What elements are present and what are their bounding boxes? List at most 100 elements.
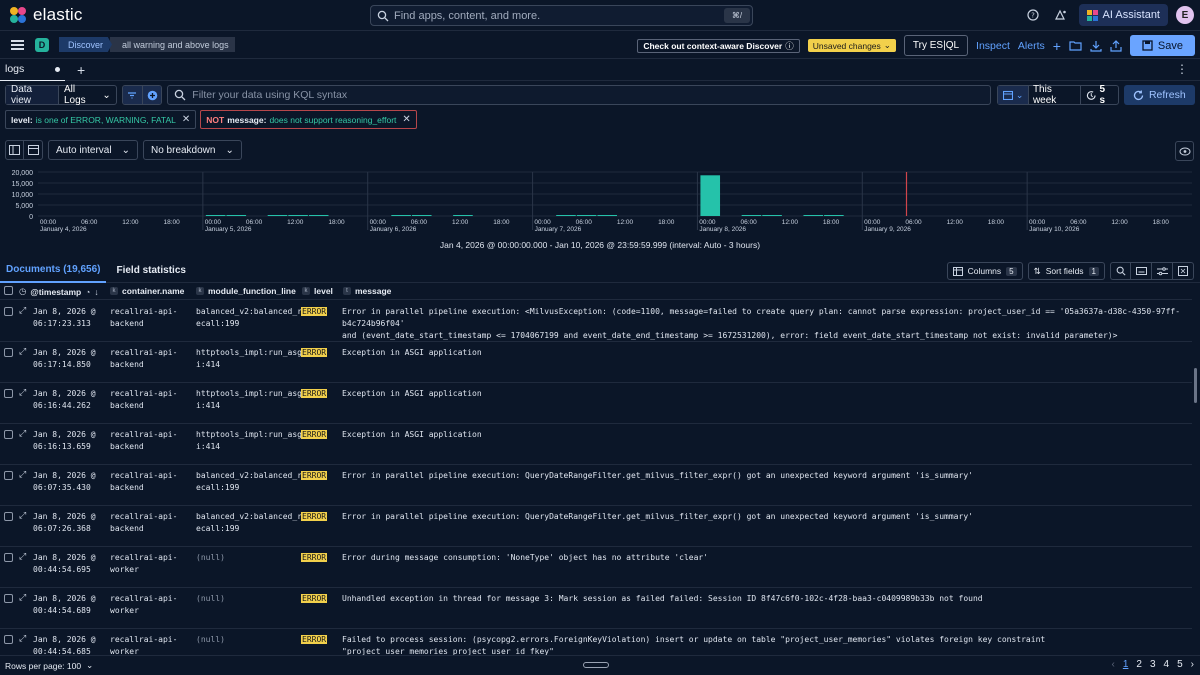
table-row[interactable]: ⤢ Jan 8, 2026 @ 00:44:54.689 recallrai-ap… [0, 588, 1192, 629]
expand-row-icon[interactable]: ⤢ [19, 429, 26, 439]
unsaved-changes-badge[interactable]: Unsaved changes ⌄ [807, 39, 896, 52]
column-header-timestamp[interactable]: ◷ @timestamp ◔ ↓ [19, 286, 99, 297]
fullscreen-icon[interactable] [1173, 262, 1194, 280]
visualize-icon[interactable] [1175, 141, 1194, 161]
expand-row-icon[interactable]: ⤢ [19, 306, 26, 316]
new-search-icon[interactable]: + [1053, 38, 1061, 54]
page-4[interactable]: 4 [1164, 659, 1170, 670]
columns-button[interactable]: Columns 5 [946, 262, 1023, 280]
ai-assistant-button[interactable]: AI Assistant [1078, 4, 1168, 26]
page-2[interactable]: 2 [1136, 659, 1142, 670]
row-checkbox[interactable] [4, 471, 13, 480]
table-row[interactable]: ⤢ Jan 8, 2026 @ 00:44:54.695 recallrai-ap… [0, 547, 1192, 588]
menu-icon[interactable] [11, 39, 24, 50]
expand-row-icon[interactable]: ⤢ [19, 593, 26, 603]
expand-row-icon[interactable]: ⤢ [19, 347, 26, 357]
search-in-table-icon[interactable] [1110, 262, 1131, 280]
row-checkbox[interactable] [4, 594, 13, 603]
table-row[interactable]: ⤢ Jan 8, 2026 @ 06:16:44.262 recallrai-ap… [0, 383, 1192, 424]
kql-search-input[interactable]: Filter your data using KQL syntax [167, 85, 992, 105]
open-folder-icon[interactable] [1069, 40, 1082, 51]
info-icon: ⓘ [785, 40, 794, 51]
row-checkbox[interactable] [4, 553, 13, 562]
page-5[interactable]: 5 [1177, 659, 1183, 670]
histogram-bar [824, 215, 844, 216]
remove-filter-icon[interactable]: ✕ [182, 114, 190, 125]
tab-field-statistics[interactable]: Field statistics [110, 259, 191, 283]
elastic-logo[interactable]: elastic [10, 5, 83, 25]
save-button[interactable]: Save [1129, 35, 1195, 56]
remove-filter-icon[interactable]: ✕ [402, 114, 410, 125]
sort-desc-icon[interactable]: ↓ [94, 287, 98, 297]
breakdown-dropdown[interactable]: No breakdown ⌄ [142, 140, 242, 160]
table-row[interactable]: ⤢ Jan 8, 2026 @ 06:17:14.850 recallrai-ap… [0, 342, 1192, 383]
expand-row-icon[interactable]: ⤢ [19, 470, 26, 480]
row-checkbox[interactable] [4, 430, 13, 439]
page-3[interactable]: 3 [1150, 659, 1156, 670]
resize-handle[interactable] [583, 662, 609, 668]
table-row[interactable]: ⤢ Jan 8, 2026 @ 06:07:35.430 recallrai-ap… [0, 465, 1192, 506]
sort-fields-button[interactable]: ⇅ Sort fields 1 [1027, 262, 1105, 280]
row-checkbox[interactable] [4, 512, 13, 521]
display-settings-icon[interactable] [1152, 262, 1173, 280]
rows-per-page-selector[interactable]: Rows per page: 100 ⌄ [5, 660, 93, 671]
breadcrumb-discover[interactable]: Discover [59, 37, 113, 52]
next-page-icon[interactable]: › [1191, 659, 1194, 670]
row-checkbox[interactable] [4, 307, 13, 316]
table-row[interactable]: ⤢ Jan 8, 2026 @ 00:44:54.685 recallrai-ap… [0, 629, 1192, 655]
expand-row-icon[interactable]: ⤢ [19, 552, 26, 562]
column-header-container-name[interactable]: k container.name [110, 286, 184, 296]
row-checkbox[interactable] [4, 389, 13, 398]
try-esql-button[interactable]: Try ES|QL [903, 35, 969, 56]
row-checkbox[interactable] [4, 635, 13, 644]
add-tab-icon[interactable]: + [77, 62, 85, 78]
calendar-icon[interactable]: ⌄ [998, 86, 1029, 104]
toggle-sidebar-icon[interactable] [5, 140, 24, 160]
filter-options-icon[interactable] [122, 86, 142, 104]
table-scrollbar[interactable] [1192, 301, 1200, 655]
page-1[interactable]: 1 [1123, 659, 1129, 670]
keyboard-shortcuts-icon[interactable] [1131, 262, 1152, 280]
scrollbar-thumb[interactable] [1194, 368, 1197, 403]
select-all-checkbox[interactable] [4, 286, 13, 295]
expand-row-icon[interactable]: ⤢ [19, 511, 26, 521]
filter-pill-message[interactable]: NOT message: does not support reasoning_… [200, 110, 417, 129]
space-avatar[interactable]: D [35, 37, 49, 52]
histogram-chart[interactable]: 20,000 15,000 10,000 5,000 0 00:00 06:00 12:00 1… [0, 165, 1200, 235]
table-row[interactable]: ⤢ Jan 8, 2026 @ 06:17:23.313 recallrai-ap… [0, 301, 1192, 342]
column-header-module-function-line[interactable]: k module_function_line [196, 286, 296, 296]
help-icon[interactable]: ? [1023, 5, 1043, 25]
table-row[interactable]: ⤢ Jan 8, 2026 @ 06:16:13.659 recallrai-ap… [0, 424, 1192, 465]
column-header-message[interactable]: t message [343, 286, 391, 296]
refresh-button[interactable]: Refresh [1123, 85, 1196, 105]
global-search-input[interactable]: Find apps, content, and more. ⌘/ [370, 5, 753, 26]
expand-row-icon[interactable]: ⤢ [19, 634, 26, 644]
date-range-value[interactable]: This week [1029, 84, 1081, 106]
row-checkbox[interactable] [4, 348, 13, 357]
cell-timestamp-date: Jan 8, 2026 @ [33, 348, 96, 357]
tab-documents[interactable]: Documents (19,656) [0, 259, 107, 283]
alerts-link[interactable]: Alerts [1018, 40, 1045, 52]
expand-row-icon[interactable]: ⤢ [19, 388, 26, 398]
add-filter-icon[interactable] [141, 86, 162, 104]
share-icon[interactable] [1110, 39, 1122, 52]
filter-pill-level[interactable]: level: is one of ERROR, WARNING, FATAL ✕ [5, 110, 197, 129]
interval-dropdown[interactable]: Auto interval ⌄ [48, 140, 138, 160]
cell-timestamp-date: Jan 8, 2026 @ [33, 512, 96, 521]
context-aware-discover-button[interactable]: Check out context-aware Discover ⓘ [637, 38, 800, 53]
news-feed-icon[interactable] [1051, 5, 1071, 25]
table-row[interactable]: ⤢ Jan 8, 2026 @ 06:07:26.368 recallrai-ap… [0, 506, 1192, 547]
histogram-bar [700, 175, 721, 216]
data-view-picker[interactable]: Data view All Logs ⌄ [5, 84, 117, 106]
date-picker[interactable]: ⌄ This week 5 s [997, 84, 1119, 106]
toggle-chart-icon[interactable] [24, 140, 43, 160]
download-icon[interactable] [1090, 40, 1102, 52]
more-options-icon[interactable]: ⋮ [1176, 62, 1188, 76]
auto-refresh-button[interactable]: 5 s [1081, 84, 1118, 106]
prev-page-icon[interactable]: ‹ [1112, 659, 1115, 670]
sort-count: 1 [1088, 266, 1099, 276]
column-header-level[interactable]: k level [302, 286, 333, 296]
inspect-link[interactable]: Inspect [976, 40, 1010, 52]
user-avatar[interactable]: E [1176, 6, 1194, 24]
tab-logs[interactable]: logs [0, 59, 65, 81]
